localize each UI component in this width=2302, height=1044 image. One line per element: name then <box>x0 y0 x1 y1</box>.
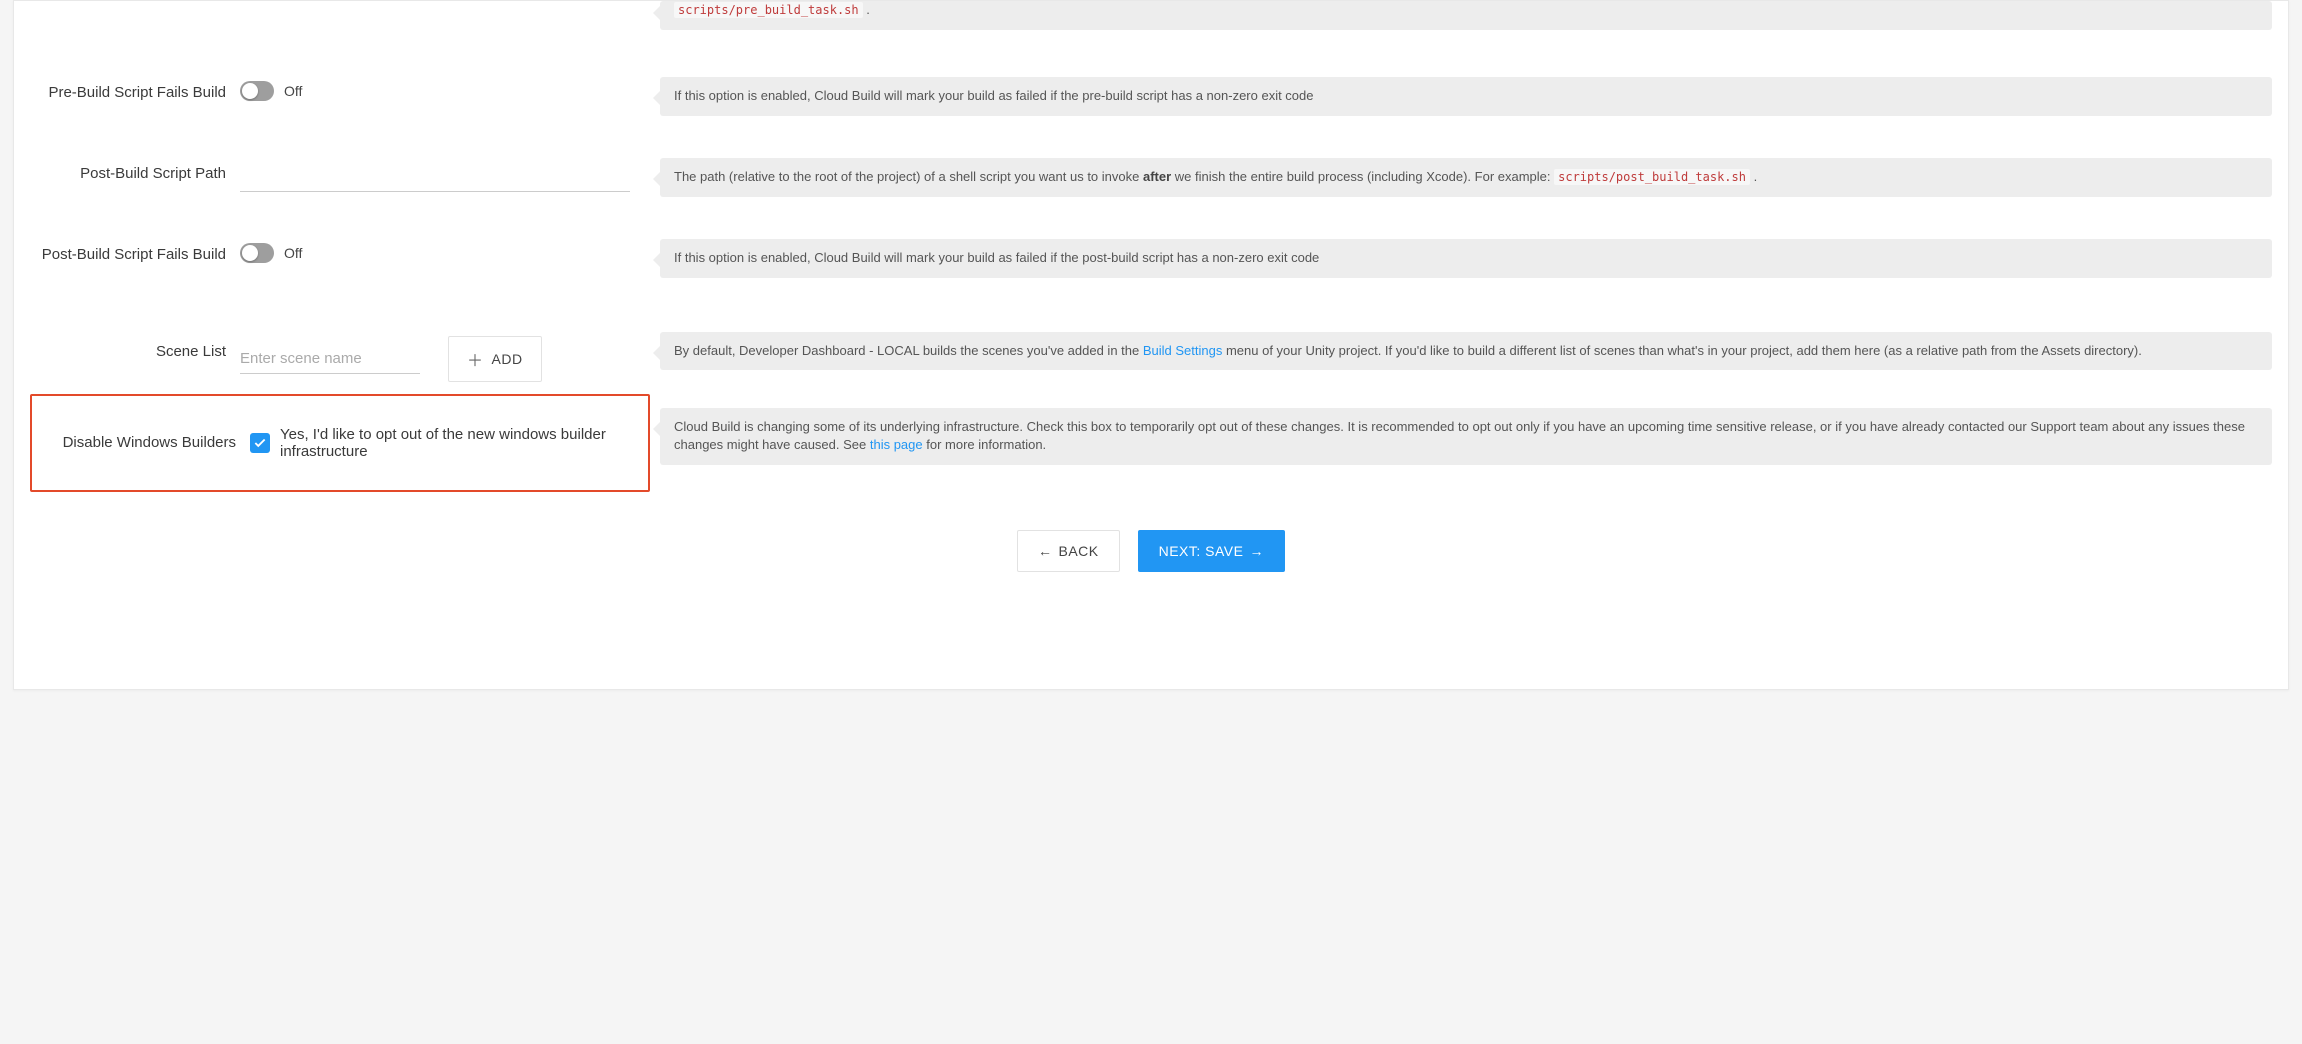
build-settings-link[interactable]: Build Settings <box>1143 343 1223 358</box>
disable-windows-row: Disable Windows Builders Yes, I'd like t… <box>30 394 2272 492</box>
disable-windows-checkbox[interactable] <box>250 433 270 453</box>
pre-build-path-row-tail: scripts/pre_build_task.sh . <box>30 1 2272 35</box>
back-button-label: BACK <box>1058 543 1098 559</box>
disable-windows-help: Cloud Build is changing some of its unde… <box>660 408 2272 466</box>
post-build-fails-state: Off <box>284 245 302 261</box>
check-icon <box>253 436 267 450</box>
pre-build-path-help-tail: scripts/pre_build_task.sh . <box>660 1 2272 30</box>
back-button[interactable]: ← BACK <box>1017 530 1120 572</box>
post-build-fails-label: Post-Build Script Fails Build <box>30 243 240 265</box>
next-save-label: NEXT: SAVE <box>1159 543 1244 559</box>
scene-list-help: By default, Developer Dashboard - LOCAL … <box>660 332 2272 371</box>
plus-icon: ＋ <box>467 347 484 371</box>
disable-windows-highlight: Disable Windows Builders Yes, I'd like t… <box>30 394 650 492</box>
scene-list-label: Scene List <box>30 336 240 362</box>
post-build-path-help: The path (relative to the root of the pr… <box>660 158 2272 197</box>
post-build-path-label: Post-Build Script Path <box>30 162 240 184</box>
post-build-path-row: Post-Build Script Path The path (relativ… <box>30 128 2272 197</box>
add-scene-label: ADD <box>492 351 523 367</box>
post-build-path-input[interactable] <box>240 162 630 192</box>
pre-build-fails-row: Pre-Build Script Fails Build Off If this… <box>30 47 2272 116</box>
settings-form: scripts/pre_build_task.sh . Pre-Build Sc… <box>13 0 2289 690</box>
post-build-fails-help: If this option is enabled, Cloud Build w… <box>660 239 2272 278</box>
scene-list-row: Scene List ＋ ADD By default, Developer D… <box>30 302 2272 382</box>
arrow-left-icon: ← <box>1038 543 1053 559</box>
add-scene-button[interactable]: ＋ ADD <box>448 336 542 382</box>
disable-windows-label: Disable Windows Builders <box>32 433 250 453</box>
disable-windows-info-link[interactable]: this page <box>870 437 923 452</box>
pre-build-fails-help: If this option is enabled, Cloud Build w… <box>660 77 2272 116</box>
next-save-button[interactable]: NEXT: SAVE → <box>1138 530 1285 572</box>
pre-build-fails-label: Pre-Build Script Fails Build <box>30 81 240 103</box>
scene-name-input[interactable] <box>240 344 420 374</box>
pre-build-fails-toggle[interactable] <box>240 81 274 101</box>
arrow-right-icon: → <box>1250 543 1265 559</box>
wizard-footer: ← BACK NEXT: SAVE → <box>30 530 2272 572</box>
post-build-fails-row: Post-Build Script Fails Build Off If thi… <box>30 209 2272 278</box>
pre-build-fails-state: Off <box>284 83 302 99</box>
disable-windows-checkbox-label: Yes, I'd like to opt out of the new wind… <box>280 426 640 460</box>
pre-build-path-code: scripts/pre_build_task.sh <box>674 2 863 18</box>
post-build-fails-toggle[interactable] <box>240 243 274 263</box>
